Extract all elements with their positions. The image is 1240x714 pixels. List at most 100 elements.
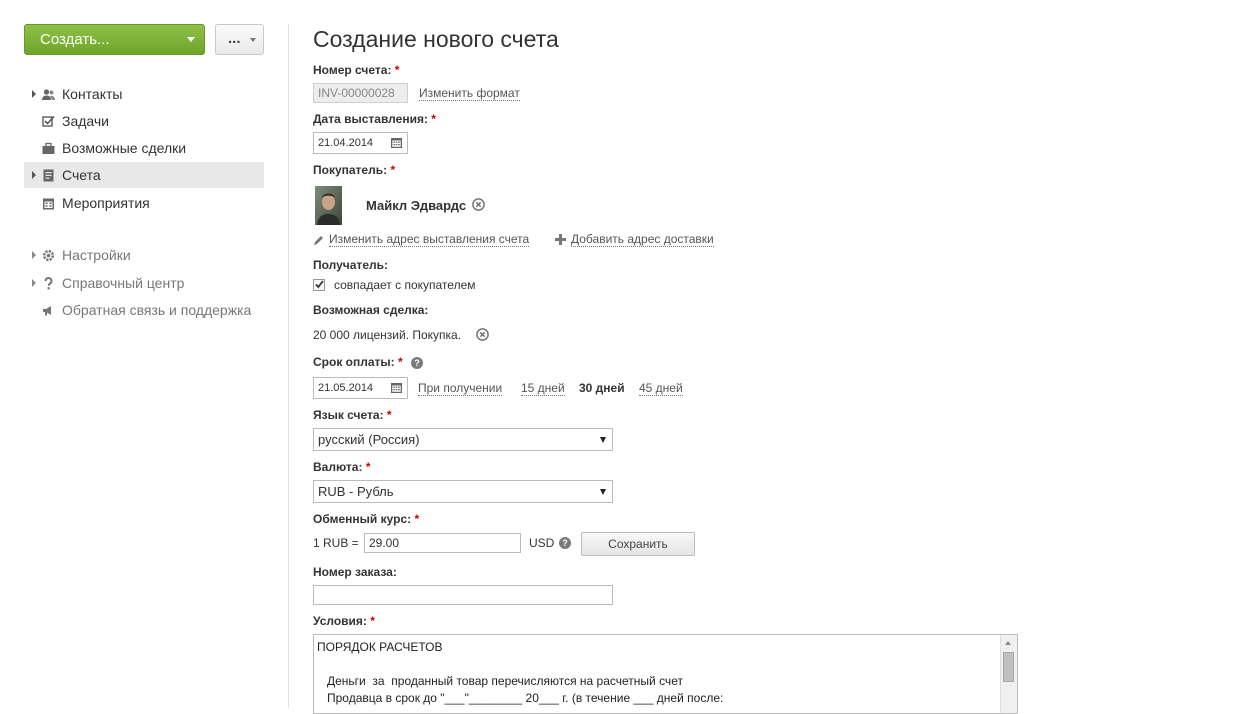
dropdown-arrow-icon <box>600 437 606 443</box>
calendar-icon[interactable] <box>391 138 402 148</box>
sidebar-item-invoices[interactable]: Счета <box>24 162 264 188</box>
required-mark: * <box>431 112 436 126</box>
gear-icon <box>42 249 55 262</box>
scroll-up-icon[interactable] <box>1005 641 1011 645</box>
save-rate-button[interactable]: Сохранить <box>581 532 695 556</box>
checkbox-task-icon <box>42 115 55 127</box>
megaphone-icon <box>43 306 51 316</box>
exchange-rate-suffix: USD <box>529 536 555 550</box>
due-option-on-receipt[interactable]: При получении <box>418 381 503 396</box>
due-option-45-days[interactable]: 45 дней <box>639 381 683 396</box>
field-label-text: Валюта: <box>313 460 363 474</box>
avatar <box>315 186 342 225</box>
expand-arrow-icon[interactable] <box>32 251 36 259</box>
scrollbar-thumb[interactable] <box>1003 652 1014 682</box>
order-number-input[interactable] <box>313 585 613 605</box>
required-mark: * <box>414 512 420 526</box>
required-mark: * <box>386 408 392 422</box>
create-button[interactable]: Создать... <box>24 24 205 55</box>
field-label-text: Срок оплаты: <box>313 355 395 369</box>
deal-label: Возможная сделка: <box>313 303 429 317</box>
remove-deal-icon[interactable] <box>476 328 489 341</box>
language-label: Язык счета: * <box>313 408 392 422</box>
language-select[interactable]: русский (Россия) <box>313 428 613 451</box>
change-format-link[interactable]: Изменить формат <box>419 86 520 101</box>
field-label-text: Язык счета: <box>313 408 384 422</box>
sidebar-item-label: Мероприятия <box>62 195 150 211</box>
more-button-label: ... <box>228 30 241 47</box>
sidebar-item-feedback[interactable]: Обратная связь и поддержка <box>24 297 264 323</box>
same-as-buyer-checkbox[interactable] <box>313 279 325 291</box>
currency-select[interactable]: RUB - Рубль <box>313 480 613 503</box>
exchange-rate-prefix: 1 RUB = <box>313 536 359 550</box>
more-button[interactable]: ... <box>215 24 264 55</box>
sidebar-item-contacts[interactable]: Контакты <box>24 81 264 107</box>
page-title: Создание нового счета <box>313 26 559 52</box>
required-mark: * <box>365 460 371 474</box>
sidebar-item-label: Задачи <box>62 113 110 129</box>
sidebar-item-deals[interactable]: Возможные сделки <box>24 135 264 161</box>
calendar-icon <box>43 198 54 210</box>
document-icon <box>43 169 54 182</box>
remove-buyer-icon[interactable] <box>472 198 485 211</box>
field-label-text: Обменный курс: <box>313 512 412 526</box>
issue-date-input[interactable]: 21.04.2014 <box>313 132 408 154</box>
exchange-rate-input[interactable]: 29.00 <box>364 533 521 553</box>
terms-line: ПОРЯДОК РАСЧЕТОВ <box>317 640 443 654</box>
sidebar-item-label: Возможные сделки <box>62 140 187 156</box>
expand-arrow-icon[interactable] <box>32 171 36 179</box>
terms-line: Деньги за проданный товар перечисляются … <box>317 674 683 688</box>
sidebar-divider <box>288 24 289 708</box>
pencil-icon <box>314 236 323 245</box>
sidebar-item-label: Контакты <box>62 86 123 102</box>
change-billing-address-link[interactable]: Изменить адрес выставления счета <box>329 232 530 247</box>
invoice-number-value: INV-00000028 <box>318 86 395 100</box>
expand-arrow-icon[interactable] <box>32 279 36 287</box>
dropdown-arrow-icon <box>600 489 606 495</box>
exchange-rate-label: Обменный курс: * <box>313 512 419 526</box>
due-date-label: Срок оплаты: * <box>313 355 403 369</box>
invoice-number-label: Номер счета: * <box>313 63 399 77</box>
plus-icon <box>555 234 566 245</box>
deal-value[interactable]: 20 000 лицензий. Покупка. <box>313 328 461 342</box>
contacts-icon <box>42 89 55 100</box>
invoice-number-input[interactable]: INV-00000028 <box>313 83 408 103</box>
help-icon[interactable]: ? <box>559 537 571 549</box>
sidebar-item-label: Справочный центр <box>62 275 185 291</box>
help-icon[interactable]: ? <box>411 357 423 369</box>
sidebar-item-label: Настройки <box>62 247 131 263</box>
currency-select-value: RUB - Рубль <box>318 484 394 499</box>
field-label-text: Покупатель: <box>313 163 388 177</box>
field-label-text: Номер счета: <box>313 63 392 77</box>
terms-textarea[interactable]: ПОРЯДОК РАСЧЕТОВ Деньги за проданный тов… <box>313 634 1018 714</box>
calendar-icon[interactable] <box>391 383 402 393</box>
due-option-15-days[interactable]: 15 дней <box>521 381 565 396</box>
buyer-name[interactable]: Майкл Эдвардс <box>366 198 466 213</box>
buyer-label: Покупатель: * <box>313 163 395 177</box>
field-label-text: Дата выставления: <box>313 112 428 126</box>
issue-date-label: Дата выставления: * <box>313 112 436 126</box>
sidebar-item-settings[interactable]: Настройки <box>24 242 264 268</box>
add-delivery-address-link[interactable]: Добавить адрес доставки <box>571 232 714 247</box>
required-mark: * <box>398 355 403 369</box>
field-label-text: Условия: <box>313 614 367 628</box>
due-date-input[interactable]: 21.05.2014 <box>313 377 408 399</box>
sidebar-item-events[interactable]: Мероприятия <box>24 190 264 216</box>
terms-line: Продавца в срок до "___"________ 20___ г… <box>317 691 724 705</box>
same-as-buyer-label[interactable]: совпадает с покупателем <box>334 278 476 292</box>
currency-label: Валюта: * <box>313 460 370 474</box>
terms-scrollbar[interactable] <box>1000 635 1017 713</box>
sidebar-item-tasks[interactable]: Задачи <box>24 108 264 134</box>
create-button-label: Создать... <box>40 31 110 48</box>
language-select-value: русский (Россия) <box>318 432 420 447</box>
due-date-value: 21.05.2014 <box>318 382 374 394</box>
required-mark: * <box>390 163 396 177</box>
expand-arrow-icon[interactable] <box>32 90 36 98</box>
order-number-label: Номер заказа: <box>313 565 397 579</box>
required-mark: * <box>370 614 375 628</box>
required-mark: * <box>394 63 400 77</box>
due-option-30-days-selected[interactable]: 30 дней <box>579 381 625 395</box>
recipient-label: Получатель: <box>313 258 388 272</box>
sidebar-item-help-center[interactable]: Справочный центр <box>24 270 264 296</box>
chevron-down-icon <box>250 38 256 42</box>
